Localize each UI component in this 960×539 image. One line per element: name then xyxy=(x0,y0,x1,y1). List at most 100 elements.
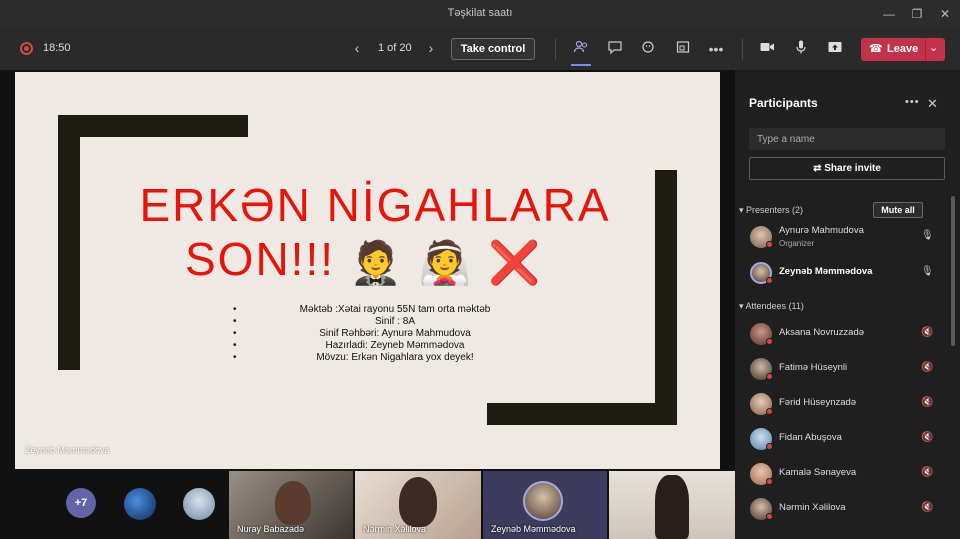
previous-slide-button[interactable]: ‹ xyxy=(350,39,364,57)
microphone-icon: 🎙 xyxy=(921,230,934,241)
mic-muted-icon: 🔇 xyxy=(921,362,934,373)
slide-frame-bar xyxy=(655,170,677,425)
status-dot xyxy=(766,277,773,284)
mic-muted-icon: 🔇 xyxy=(921,502,934,513)
slide-bullet: Sinif Rəhbəri: Aynurə Mahmudova xyxy=(233,328,545,340)
mic-muted-icon: 🔇 xyxy=(921,467,934,478)
restore-icon[interactable]: ❐ xyxy=(908,5,926,23)
search-participants-input[interactable] xyxy=(749,128,945,150)
presenter-label: Zeyneb Məmmədova xyxy=(25,445,110,455)
mic-muted-icon: 🔇 xyxy=(921,397,934,408)
participant-name: Fidan Abuşova xyxy=(779,432,842,443)
status-dot xyxy=(766,478,773,485)
status-dot xyxy=(766,443,773,450)
status-dot xyxy=(766,373,773,380)
panel-scrollbar[interactable] xyxy=(951,196,955,346)
slide-frame-bar xyxy=(58,115,80,370)
video-tile-name: Zeynəb Məmmədova xyxy=(491,524,576,534)
meeting-toolbar: 18:50 ‹ 1 of 20 › Take control ••• ☎ Lea… xyxy=(0,28,960,70)
video-tile[interactable]: Zeynəb Məmmədova xyxy=(483,471,607,539)
participant-name: Fərid Hüseynzadə xyxy=(779,397,857,408)
participant-avatar[interactable] xyxy=(124,488,156,520)
leave-label: Leave xyxy=(887,43,919,55)
minimize-icon[interactable]: — xyxy=(880,5,898,23)
participant-row[interactable]: Zeynəb Məmmədova 🎙 xyxy=(749,258,945,288)
participants-icon[interactable] xyxy=(571,39,591,66)
participant-row[interactable]: Fatimə Hüseynli 🔇 xyxy=(749,354,945,384)
more-actions-icon[interactable]: ••• xyxy=(706,39,726,59)
slide-title-line2: SON!!! 🤵 👰 ❌ xyxy=(185,234,605,288)
phone-hangup-icon: ☎ xyxy=(869,43,883,55)
chat-icon[interactable] xyxy=(605,39,625,59)
video-tile-name: Nərmin Xəlilova xyxy=(363,524,427,534)
participant-name: Kamalə Sənayeva xyxy=(779,467,857,478)
video-tile[interactable]: Nuray Babazadə xyxy=(229,471,353,539)
slide-bullet: Sinif : 8A xyxy=(233,316,545,328)
take-control-button[interactable]: Take control xyxy=(451,38,535,60)
participant-video xyxy=(655,475,689,539)
title-bar: Təşkilat saatı — ❐ ✕ xyxy=(0,0,960,28)
more-options-icon[interactable]: ••• xyxy=(905,96,920,108)
microphone-icon[interactable] xyxy=(791,39,811,59)
participant-row[interactable]: Fidan Abuşova 🔇 xyxy=(749,424,945,454)
close-panel-icon[interactable]: ✕ xyxy=(927,96,938,112)
participant-name: Nərmin Xəlilova xyxy=(779,502,846,513)
speaker-avatar xyxy=(523,481,563,521)
participant-row[interactable]: Fərid Hüseynzadə 🔇 xyxy=(749,389,945,419)
breakout-rooms-icon[interactable] xyxy=(673,39,693,59)
attendees-section-header[interactable]: ▾ Attendees (11) xyxy=(739,301,804,312)
participant-avatar[interactable] xyxy=(183,488,215,520)
next-slide-button[interactable]: › xyxy=(424,39,438,57)
more-participants-badge[interactable]: +7 xyxy=(66,488,96,518)
slide-page-indicator: 1 of 20 xyxy=(378,42,412,54)
video-tile[interactable]: Nərmin Xəlilova xyxy=(355,471,481,539)
slide-frame-bar xyxy=(487,403,677,425)
cross-mark-icon: ❌ xyxy=(487,238,543,286)
chevron-down-icon: ▾ xyxy=(739,205,747,215)
mic-muted-icon: 🔇 xyxy=(921,327,934,338)
leave-button[interactable]: ☎ Leave ⌄ xyxy=(861,38,945,61)
slide-frame-bar xyxy=(58,115,248,137)
share-invite-button[interactable]: ⇄ Share invite xyxy=(749,157,945,180)
video-tile[interactable] xyxy=(609,471,735,539)
participant-video xyxy=(399,477,437,527)
presenters-section-header[interactable]: ▾ Presenters (2) xyxy=(739,205,803,216)
close-window-icon[interactable]: ✕ xyxy=(936,5,954,23)
participant-video xyxy=(275,481,311,525)
toolbar-divider xyxy=(742,38,743,60)
mute-all-button[interactable]: Mute all xyxy=(873,202,923,218)
panel-title: Participants xyxy=(749,96,818,110)
participant-name: Fatimə Hüseynli xyxy=(779,362,848,373)
groom-icon: 🤵 xyxy=(349,238,405,286)
leave-split-divider xyxy=(925,38,926,61)
participant-row[interactable]: Nərmin Xəlilova 🔇 xyxy=(749,494,945,524)
chevron-down-icon[interactable]: ⌄ xyxy=(929,41,938,54)
participant-role: Organizer xyxy=(779,239,815,248)
bride-icon: 👰 xyxy=(418,238,474,286)
participant-row[interactable]: Aksana Novruzzadə 🔇 xyxy=(749,319,945,349)
attendees-header-label: Attendees (11) xyxy=(745,301,804,311)
mic-muted-icon: 🔇 xyxy=(921,432,934,443)
share-invite-label: Share invite xyxy=(824,163,881,174)
participant-name: Aynurə Mahmudova xyxy=(779,225,864,236)
slide-title-text: SON!!! xyxy=(185,233,336,285)
share-screen-icon[interactable] xyxy=(825,39,845,59)
participant-row[interactable]: Kamalə Sənayeva 🔇 xyxy=(749,459,945,489)
status-dot xyxy=(766,513,773,520)
participant-name: Aksana Novruzzadə xyxy=(779,327,865,338)
participants-panel: Participants ••• ✕ ⇄ Share invite ▾ Pres… xyxy=(735,70,960,539)
slide-bullet-list: Məktəb :Xətai rayonu 55N tam orta məktəb… xyxy=(233,304,545,364)
slide-title-line1: ERKƏN NİGAHLARA xyxy=(139,179,611,231)
recording-icon xyxy=(20,42,33,55)
share-icon: ⇄ xyxy=(813,163,825,174)
shared-slide: ERKƏN NİGAHLARA SON!!! 🤵 👰 ❌ Məktəb :Xət… xyxy=(15,72,720,469)
status-dot xyxy=(766,241,773,248)
reactions-icon[interactable] xyxy=(639,39,659,59)
participant-row[interactable]: Aynurə Mahmudova Organizer 🎙 xyxy=(749,222,945,252)
toolbar-divider xyxy=(555,38,556,60)
camera-icon[interactable] xyxy=(757,39,777,59)
status-dot xyxy=(766,408,773,415)
meeting-timer: 18:50 xyxy=(43,42,71,54)
video-tile-name: Nuray Babazadə xyxy=(237,524,305,534)
microphone-icon: 🎙 xyxy=(921,266,934,277)
